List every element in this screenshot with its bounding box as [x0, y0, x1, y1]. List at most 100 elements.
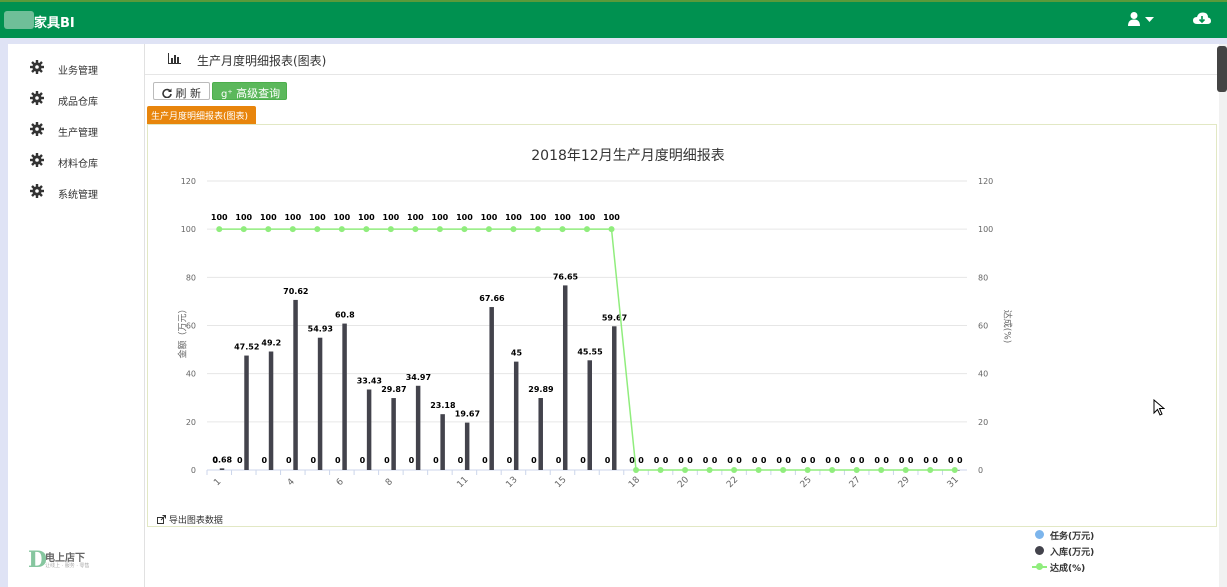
data-label-task: 0: [703, 456, 709, 465]
data-label-task: 0: [727, 456, 733, 465]
gear-icon: [30, 91, 44, 105]
x-tick-label: 29: [897, 475, 912, 490]
legend-item-achievement[interactable]: 达成(%): [1032, 559, 1115, 574]
gear-icon: [30, 60, 44, 74]
line-point-achievement: [829, 467, 836, 473]
page-header: 生产月度明细报表(图表): [145, 44, 1219, 75]
line-point-achievement: [289, 226, 296, 233]
data-label-task: 0: [752, 456, 758, 465]
legend-label: 达成(%): [1050, 564, 1086, 574]
data-label-task: 0: [678, 456, 684, 465]
data-label-achievement: 100: [407, 213, 424, 222]
data-label-stock-in: 59.67: [602, 313, 627, 322]
page-scrollbar[interactable]: [1219, 44, 1227, 587]
data-label-stock-in: 0: [908, 456, 914, 465]
data-label-stock-in: 47.52: [234, 343, 259, 352]
sidebar-item-production[interactable]: 生产管理: [8, 119, 145, 143]
data-label-stock-in: 0: [663, 456, 669, 465]
x-tick-label: 8: [384, 477, 395, 488]
line-point-achievement: [338, 226, 345, 233]
data-label-task: 0: [433, 456, 439, 465]
line-point-achievement: [559, 226, 566, 233]
refresh-label: 刷 新: [175, 87, 202, 100]
data-label-achievement: 100: [309, 213, 326, 222]
legend-item-stock-in[interactable]: 入库(万元): [1035, 543, 1115, 558]
legend-swatch: [1032, 563, 1047, 570]
blurred-brand-mark: [4, 11, 34, 29]
line-point-achievement: [314, 226, 321, 233]
y2-tick-label: 0: [978, 466, 983, 475]
line-point-achievement: [363, 226, 370, 233]
data-label-task: 0: [556, 456, 562, 465]
line-point-achievement: [853, 467, 860, 473]
sidebar-item-business[interactable]: 业务管理: [8, 57, 145, 81]
x-tick-label: 15: [553, 475, 568, 490]
line-point-achievement: [584, 226, 590, 233]
refresh-button[interactable]: 刷 新: [153, 82, 210, 100]
scrollbar-thumb[interactable]: [1217, 46, 1227, 92]
data-label-stock-in: 29.89: [528, 385, 554, 394]
line-point-achievement: [951, 467, 958, 473]
export-chart-data-button[interactable]: 导出图表数据: [157, 513, 223, 526]
bar-stock-in: [244, 355, 249, 470]
tab-report-chart[interactable]: 生产月度明细报表(图表): [147, 106, 256, 124]
legend-label: 任务(万元): [1050, 532, 1095, 542]
data-label-task: 0: [580, 456, 586, 465]
logo-subtext: 让线上 · 服务 · 零售: [45, 563, 90, 569]
data-label-task: 0: [948, 456, 954, 465]
line-point-achievement: [436, 226, 443, 233]
data-label-task: 0: [899, 456, 905, 465]
data-label-stock-in: 0: [712, 456, 718, 465]
x-tick-label: 11: [455, 475, 470, 490]
line-point-achievement: [510, 226, 517, 233]
main-content: 生产月度明细报表(图表) 刷 新 g⁺ 高级查询 生产月度明细报表(图表) 20…: [145, 44, 1219, 587]
data-label-stock-in: 0: [932, 456, 938, 465]
data-label-task: 0: [360, 456, 366, 465]
data-label-task: 0: [262, 456, 268, 465]
gear-icon: [30, 153, 44, 167]
app-title: 家具BI: [34, 16, 75, 31]
data-label-stock-in: 0: [957, 456, 963, 465]
sidebar-item-material-warehouse[interactable]: 材料仓库: [8, 150, 145, 174]
legend-item-task[interactable]: 任务(万元): [1035, 527, 1115, 542]
data-label-stock-in: 54.93: [308, 325, 333, 334]
bar-stock-in: [415, 385, 421, 470]
bar-stock-in: [538, 398, 543, 470]
data-label-achievement: 100: [235, 213, 252, 222]
line-point-achievement: [755, 467, 762, 473]
cloud-button[interactable]: [1193, 11, 1211, 30]
data-label-stock-in: 29.87: [381, 385, 406, 394]
data-label-task: 0: [605, 456, 611, 465]
x-tick-label: 13: [504, 475, 519, 490]
caret-down-icon: [1145, 17, 1154, 22]
sidebar-item-label: 系统管理: [58, 190, 98, 201]
line-point-achievement: [731, 467, 738, 473]
data-label-achievement: 100: [554, 213, 571, 222]
x-tick-label: 27: [848, 475, 863, 490]
advanced-query-button[interactable]: g⁺ 高级查询: [212, 82, 287, 100]
data-label-task: 0: [825, 456, 831, 465]
data-label-achievement: 100: [333, 213, 350, 222]
sidebar-item-system[interactable]: 系统管理: [8, 181, 145, 205]
data-label-task: 0: [654, 456, 660, 465]
y-tick-label: 120: [181, 177, 196, 186]
line-point-achievement: [682, 467, 689, 473]
data-label-stock-in: 19.67: [455, 410, 480, 419]
line-point-achievement: [927, 467, 934, 473]
bar-stock-in: [268, 351, 274, 470]
x-tick-label: 1: [212, 477, 223, 488]
bar-stock-in: [440, 414, 445, 470]
legend-swatch: [1035, 530, 1044, 539]
left-gutter: [0, 38, 8, 587]
line-point-achievement: [902, 467, 909, 473]
legend-swatch: [1035, 546, 1044, 555]
user-menu-button[interactable]: [1128, 11, 1156, 30]
bar-stock-in: [391, 398, 396, 470]
data-label-stock-in: 45: [511, 349, 523, 358]
data-label-achievement: 100: [530, 213, 547, 222]
data-label-stock-in: 0: [638, 456, 644, 465]
bar-stock-in: [587, 360, 592, 470]
y-tick-label: 100: [181, 225, 196, 234]
sidebar-item-finished-warehouse[interactable]: 成品仓库: [8, 88, 145, 112]
data-label-task: 0: [923, 456, 929, 465]
